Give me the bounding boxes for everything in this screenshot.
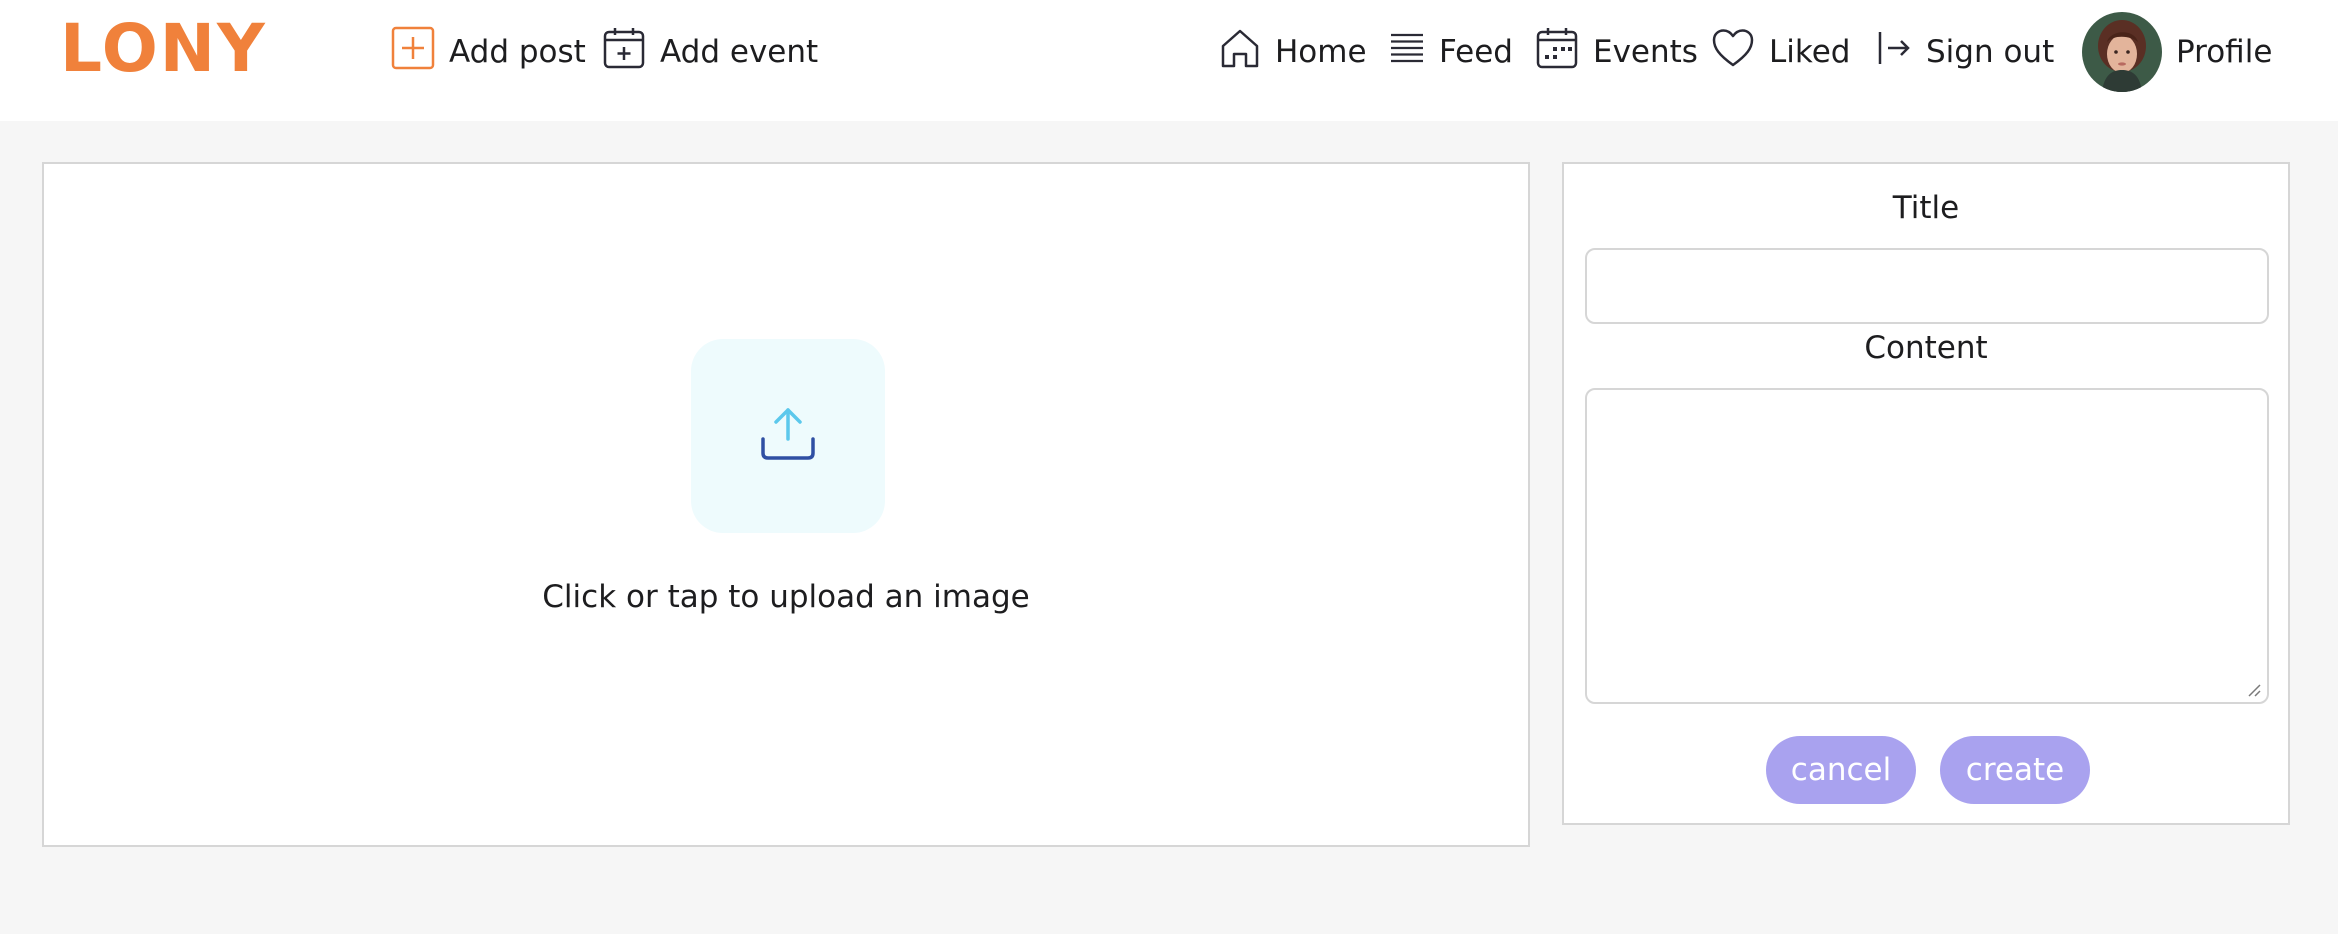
nav-events-label: Events [1593, 34, 1698, 70]
nav-add-post-label: Add post [449, 34, 586, 70]
nav-home[interactable]: Home [1219, 22, 1367, 82]
resize-grip-icon[interactable] [2247, 682, 2261, 697]
nav-add-event[interactable]: Add event [602, 22, 818, 82]
content-field-wrapper [1585, 388, 2269, 704]
list-icon [1389, 30, 1425, 74]
top-header: LONY Add post Add event Home Feed Events… [0, 0, 2338, 121]
calendar-plus-icon [602, 26, 646, 78]
image-upload-panel[interactable]: Click or tap to upload an image [42, 162, 1530, 847]
nav-add-post[interactable]: Add post [391, 22, 586, 82]
upload-icon [758, 406, 818, 466]
heart-icon [1711, 28, 1755, 76]
nav-profile[interactable]: Profile [2082, 12, 2272, 92]
title-input[interactable] [1585, 248, 2269, 324]
upload-prompt: Click or tap to upload an image [542, 579, 1030, 615]
content-textarea[interactable] [1585, 388, 2269, 704]
post-form-panel: Title Content cancel create [1562, 162, 2290, 825]
nav-add-event-label: Add event [660, 34, 819, 70]
nav-liked[interactable]: Liked [1711, 22, 1850, 82]
nav-sign-out[interactable]: Sign out [1876, 22, 2054, 82]
calendar-icon [1535, 26, 1579, 78]
content-label: Content [1864, 330, 1988, 366]
create-button[interactable]: create [1940, 736, 2090, 804]
logo[interactable]: LONY [60, 14, 267, 84]
sign-out-icon [1876, 28, 1912, 76]
upload-button[interactable] [691, 339, 885, 533]
nav-feed[interactable]: Feed [1389, 22, 1513, 82]
nav-profile-label: Profile [2176, 34, 2273, 70]
nav-events[interactable]: Events [1535, 22, 1698, 82]
plus-square-icon [391, 26, 435, 78]
title-label: Title [1892, 190, 1960, 226]
nav-feed-label: Feed [1439, 34, 1513, 70]
nav-sign-out-label: Sign out [1926, 34, 2055, 70]
cancel-button[interactable]: cancel [1766, 736, 1916, 804]
avatar[interactable] [2082, 12, 2162, 92]
home-icon [1219, 27, 1261, 77]
nav-liked-label: Liked [1769, 34, 1851, 70]
nav-home-label: Home [1275, 34, 1367, 70]
